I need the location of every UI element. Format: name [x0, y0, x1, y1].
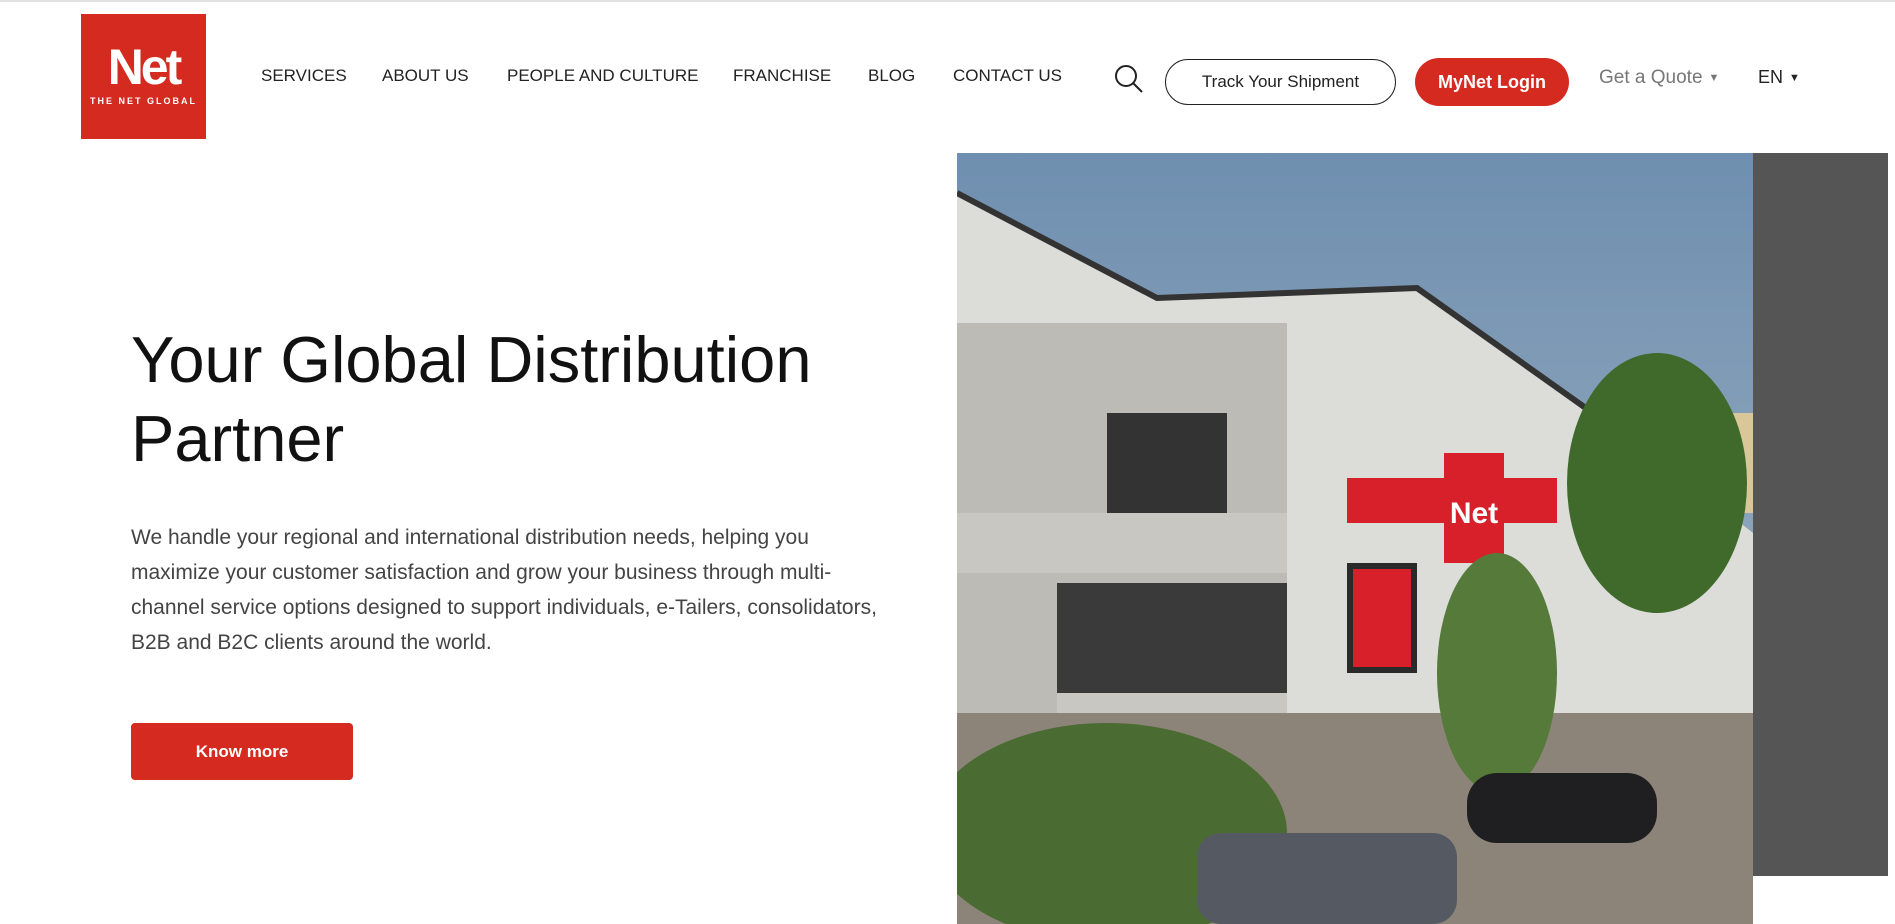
building-sign-text: Net	[1450, 497, 1498, 530]
hero-building-image: Net	[957, 153, 1753, 924]
language-dropdown[interactable]: EN ▼	[1758, 67, 1800, 88]
nav-contact-us[interactable]: CONTACT US	[953, 66, 1062, 86]
logo-text: Net	[107, 39, 183, 95]
decorative-panel	[1752, 153, 1888, 876]
nav-people-and-culture[interactable]: PEOPLE AND CULTURE	[507, 66, 698, 86]
get-a-quote-dropdown[interactable]: Get a Quote ▼	[1599, 67, 1719, 89]
know-more-button[interactable]: Know more	[131, 723, 353, 780]
search-icon[interactable]	[1114, 64, 1144, 94]
hero-description: We handle your regional and internationa…	[131, 526, 877, 654]
nav-franchise[interactable]: FRANCHISE	[733, 66, 831, 86]
hero-title: Your Global Distribution Partner	[131, 323, 812, 475]
track-shipment-button[interactable]: Track Your Shipment	[1165, 59, 1396, 105]
language-label: EN	[1758, 67, 1784, 87]
nav-blog[interactable]: BLOG	[868, 66, 915, 86]
mynet-login-button[interactable]: MyNet Login	[1415, 58, 1569, 106]
chevron-down-icon: ▼	[1708, 72, 1720, 84]
chevron-down-icon: ▼	[1789, 72, 1800, 84]
get-a-quote-label: Get a Quote	[1599, 67, 1703, 88]
brand-logo[interactable]: Net THE NET GLOBAL	[81, 14, 206, 139]
nav-about-us[interactable]: ABOUT US	[382, 66, 469, 86]
logo-tagline: THE NET GLOBAL	[90, 96, 197, 106]
nav-services[interactable]: SERVICES	[261, 66, 347, 86]
